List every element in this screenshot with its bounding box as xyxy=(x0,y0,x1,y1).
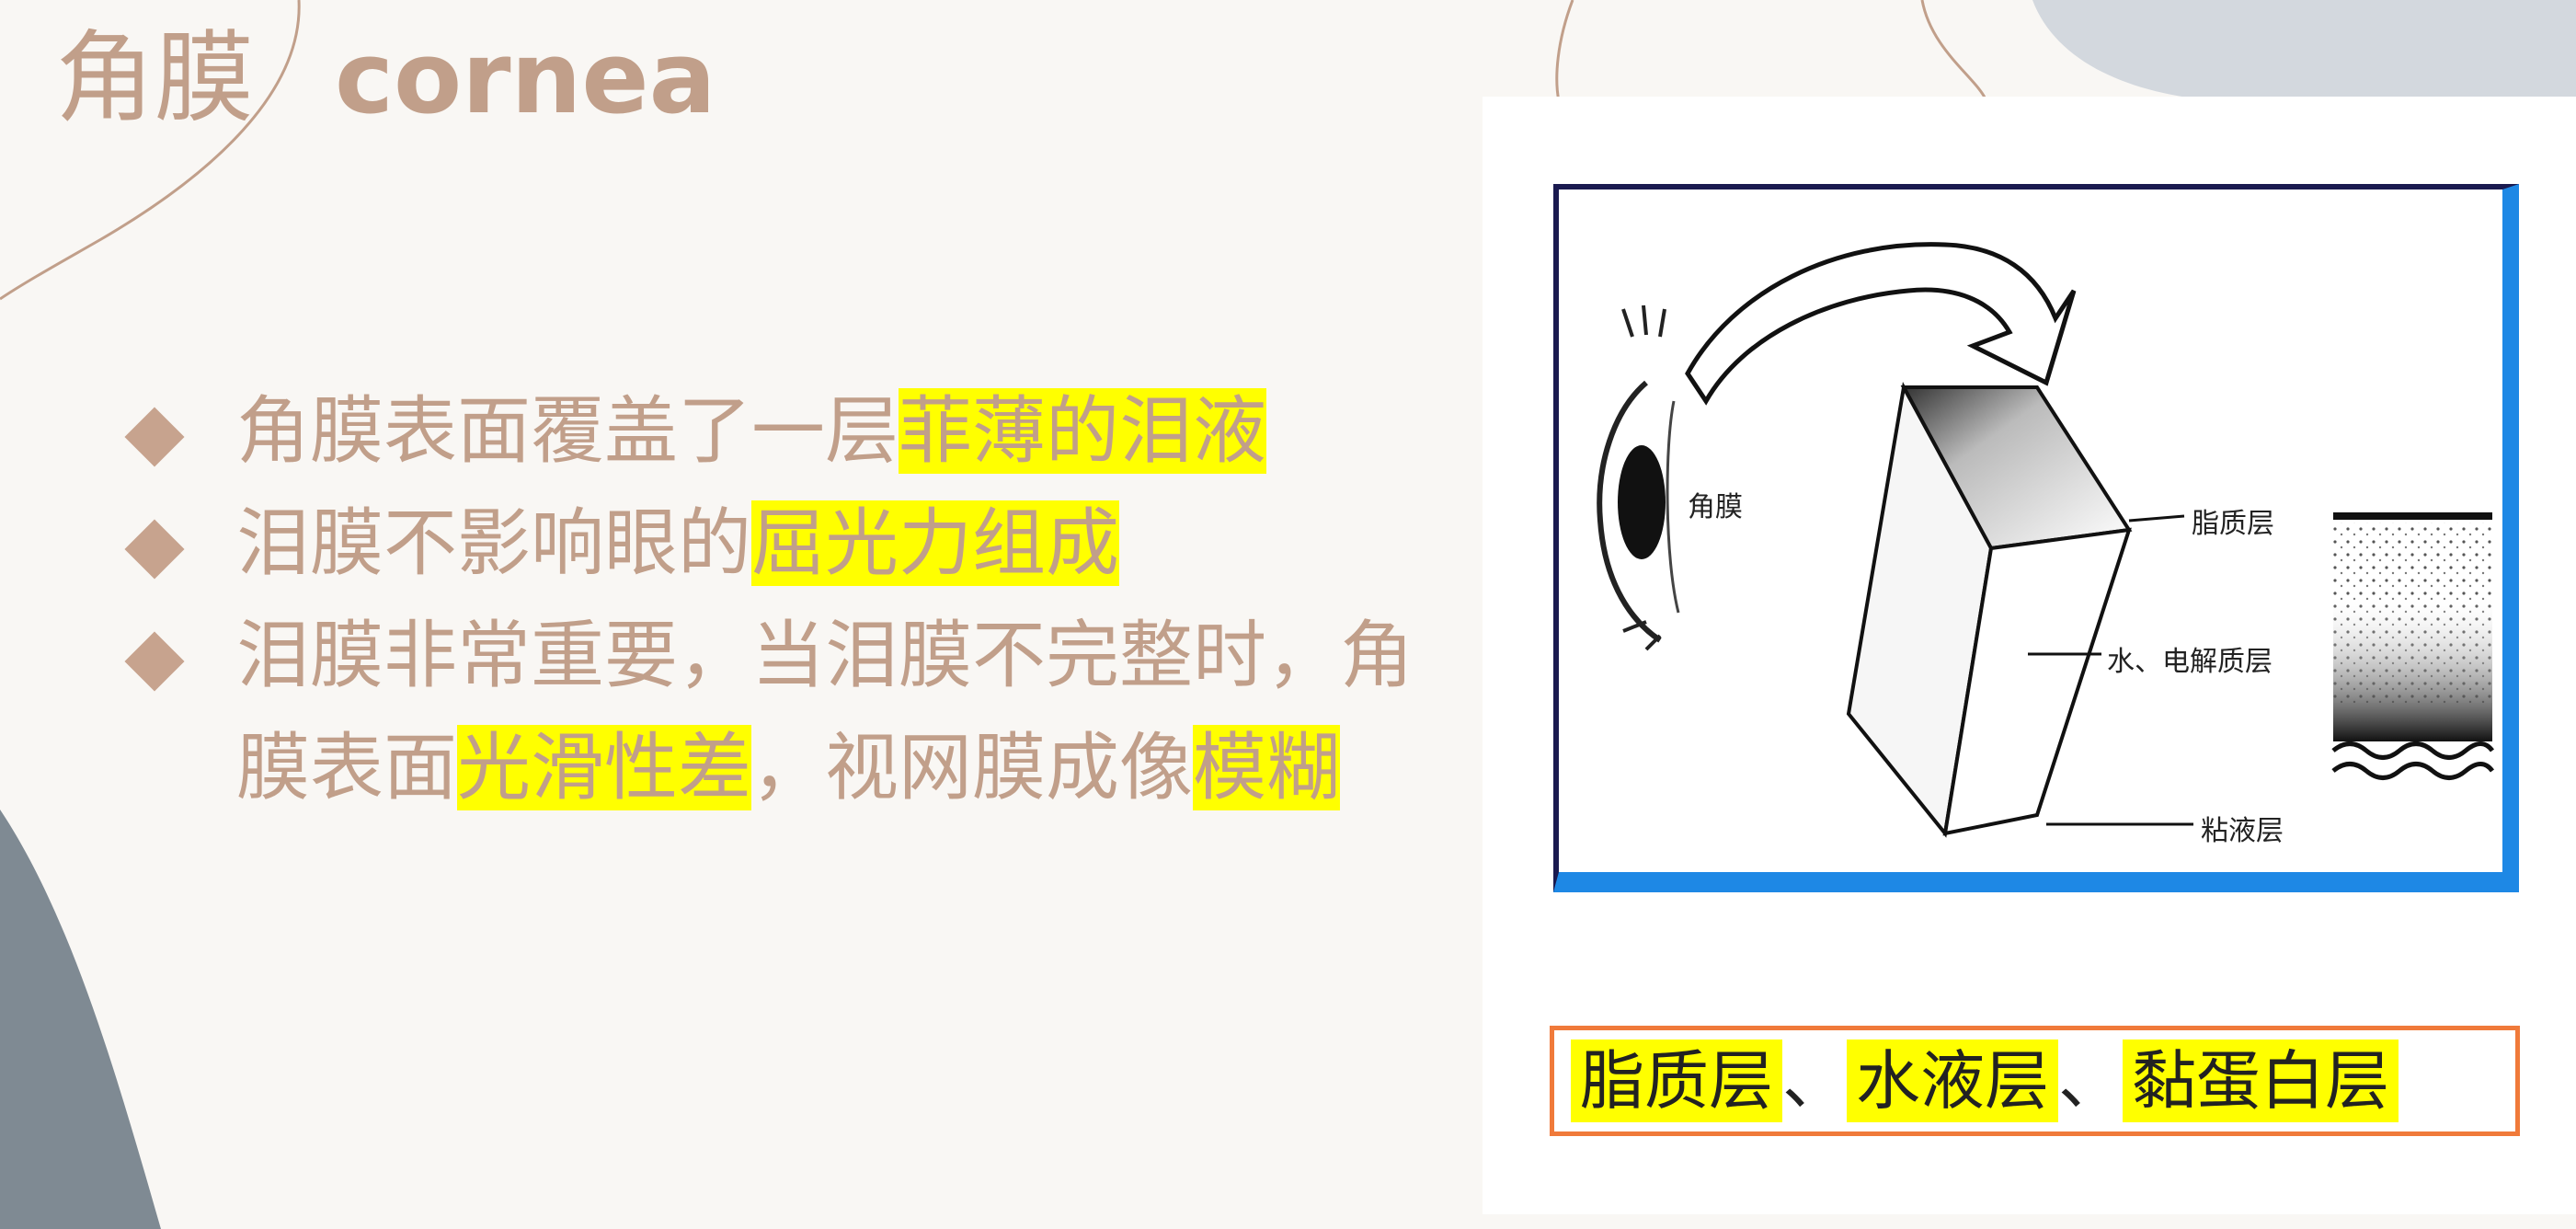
caption-text: 脂质层、水液层、黏蛋白层 xyxy=(1571,1039,2399,1122)
curve-line-top-right-2 xyxy=(1920,0,1988,102)
light-blob-top-right xyxy=(2032,0,2576,103)
page-title: 角膜 cornea xyxy=(55,29,716,129)
label-mucus-layer: 粘液层 xyxy=(2201,815,2284,847)
bullet-list: 角膜表面覆盖了一层菲薄的泪液 泪膜不影响眼的屈光力组成 泪膜非常重要，当泪膜不完… xyxy=(124,375,1439,824)
layer-scale xyxy=(2331,512,2495,780)
bullet-item: 泪膜不影响眼的屈光力组成 xyxy=(124,488,1439,600)
tear-film-figure: 角膜 脂质层 水、电解质层 粘液层 脂质层、水液层、黏蛋白层 xyxy=(1483,97,2576,1214)
label-cornea: 角膜 xyxy=(1688,491,1743,523)
bullet-text: ，视网膜成像 xyxy=(751,725,1193,810)
title-english: cornea xyxy=(335,21,716,136)
label-lipid-layer: 脂质层 xyxy=(2192,508,2274,540)
caption-lipid: 脂质层 xyxy=(1571,1039,1782,1122)
highlighted-text: 光滑性差 xyxy=(457,725,751,810)
diamond-bullet-icon xyxy=(124,407,185,467)
slate-shape-bottom-left xyxy=(0,810,161,1229)
bullet-item: 角膜表面覆盖了一层菲薄的泪液 xyxy=(124,375,1439,488)
caption-separator: 、 xyxy=(2058,1043,2123,1119)
caption-box: 脂质层、水液层、黏蛋白层 xyxy=(1550,1026,2520,1136)
caption-mucin: 黏蛋白层 xyxy=(2123,1039,2399,1122)
eye-tear-film-diagram xyxy=(1597,242,2495,838)
diagram-frame: 角膜 脂质层 水、电解质层 粘液层 xyxy=(1553,184,2519,892)
bullet-text: 角膜表面覆盖了一层 xyxy=(236,388,899,474)
bullet-text: 泪膜不影响眼的 xyxy=(236,500,751,586)
tear-film-wedge xyxy=(1846,381,2133,838)
caption-separator: 、 xyxy=(1782,1043,1847,1119)
title-chinese: 角膜 xyxy=(55,21,255,136)
caption-aqueous: 水液层 xyxy=(1847,1039,2058,1122)
highlighted-text: 模糊 xyxy=(1193,725,1340,810)
curve-line-top-right xyxy=(1555,0,1574,102)
curved-arrow xyxy=(1685,242,2077,406)
bullet-item: 泪膜非常重要，当泪膜不完整时，角膜表面光滑性差，视网膜成像模糊 xyxy=(124,600,1439,824)
diamond-bullet-icon xyxy=(124,519,185,580)
eye-illustration xyxy=(1597,304,1680,651)
label-water-electrolyte-layer: 水、电解质层 xyxy=(2107,646,2273,678)
highlighted-text: 菲薄的泪液 xyxy=(899,388,1266,474)
highlighted-text: 屈光力组成 xyxy=(751,500,1119,586)
diamond-bullet-icon xyxy=(124,631,185,692)
